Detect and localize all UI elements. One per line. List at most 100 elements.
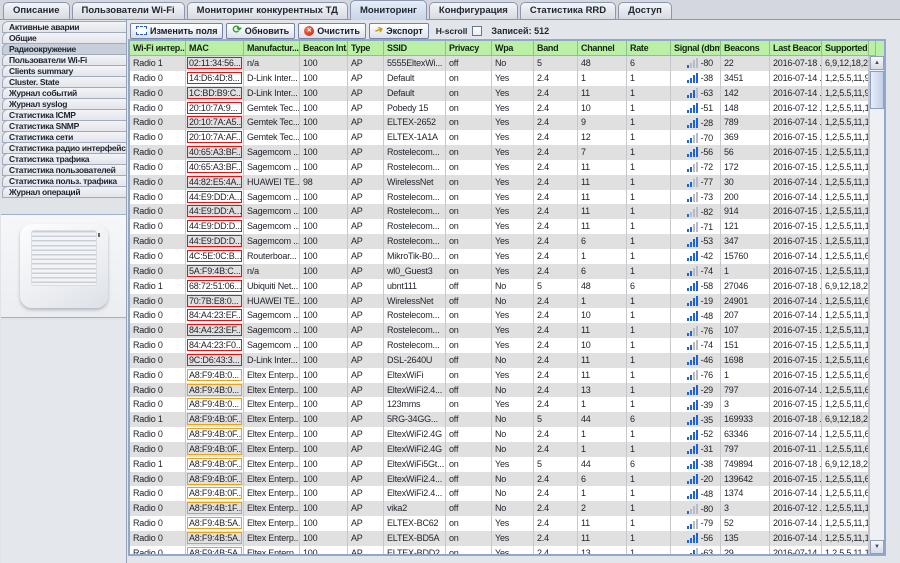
- tab-7[interactable]: Доступ: [618, 2, 672, 19]
- tab-3[interactable]: Мониторинг конкурентных ТД: [187, 2, 348, 19]
- toolbar-button-3[interactable]: ✕Очистить: [298, 23, 366, 39]
- sidebar-item-16[interactable]: Журнал операций: [2, 186, 126, 198]
- table-row[interactable]: Radio 040:65:A3:BF...Sagemcom ...100APRo…: [130, 160, 869, 175]
- scrollbar-thumb[interactable]: [870, 71, 884, 109]
- table-row[interactable]: Radio 0A8:F9:4B:1F...Eltex Enterp...100A…: [130, 501, 869, 516]
- table-row[interactable]: Radio 020:10:7A:9...Gemtek Tec...100APPo…: [130, 101, 869, 116]
- table-row[interactable]: Radio 020:10:7A:A5...Gemtek Tec...100APE…: [130, 115, 869, 130]
- column-header-7[interactable]: Privacy: [446, 41, 492, 56]
- table-row[interactable]: Radio 0A8:F9:4B:5A...Eltex Enterp...100A…: [130, 531, 869, 546]
- sidebar-item-15[interactable]: Статистика польз. трафика: [2, 175, 126, 187]
- column-header-8[interactable]: Wpa: [492, 41, 534, 56]
- signal-value: -56: [701, 531, 713, 545]
- cell-type: AP: [348, 115, 384, 130]
- column-header-3[interactable]: Manufactur...: [244, 41, 300, 56]
- sidebar-item-12[interactable]: Статистика радио интерфейсов: [2, 142, 126, 154]
- tab-2[interactable]: Пользователи Wi-Fi: [72, 2, 185, 19]
- cell-mac: 1C:BD:B9:C...: [186, 86, 244, 101]
- cell-privacy: on: [446, 397, 492, 412]
- table-row[interactable]: Radio 04C:5E:0C:B...Routerboar...100APMi…: [130, 249, 869, 264]
- toolbar-button-2[interactable]: ⟳Обновить: [226, 23, 295, 39]
- table-row[interactable]: Radio 044:E9:DD:D...Sagemcom ...100APRos…: [130, 219, 869, 234]
- toolbar-button-1[interactable]: Изменить поля: [130, 23, 223, 39]
- cell-manufacturer: Eltex Enterp...: [244, 397, 300, 412]
- cell-rate: 1: [627, 101, 671, 116]
- cell-last_beacon: 2016-07-12 ...: [770, 501, 822, 516]
- table-row[interactable]: Radio 0A8:F9:4B:0F...Eltex Enterp...100A…: [130, 472, 869, 487]
- cell-signal: -80: [671, 56, 721, 71]
- tab-5[interactable]: Конфигурация: [429, 2, 518, 19]
- cell-beacons: 169933: [721, 412, 770, 427]
- signal-value: -63: [701, 86, 713, 100]
- tab-6[interactable]: Статистика RRD: [520, 2, 616, 19]
- table-row[interactable]: Radio 044:E9:DD:A...Sagemcom ...100APRos…: [130, 204, 869, 219]
- table-row[interactable]: Radio 020:10:7A:AF...Gemtek Tec...100APE…: [130, 130, 869, 145]
- table-row[interactable]: Radio 070:7B:E8:0...HUAWEI TE...100APWir…: [130, 294, 869, 309]
- table-row[interactable]: Radio 014:D6:4D:8...D-Link Inter...100AP…: [130, 71, 869, 86]
- table-row[interactable]: Radio 09C:D6:43:3...D-Link Inter...100AP…: [130, 353, 869, 368]
- column-header-12[interactable]: Signal (dbm): [671, 41, 721, 56]
- cell-ssid: MikroTik-B0...: [384, 249, 446, 264]
- cell-type: AP: [348, 338, 384, 353]
- table-row[interactable]: Radio 044:E9:DD:D...Sagemcom ...100APRos…: [130, 234, 869, 249]
- table-row[interactable]: Radio 0A8:F9:4B:5A...Eltex Enterp...100A…: [130, 516, 869, 531]
- sidebar: Активные аварииОбщиеРадиоокружениеПользо…: [0, 20, 127, 563]
- mac-highlight-box: 40:65:A3:BF...: [187, 161, 242, 173]
- hscroll-checkbox[interactable]: [472, 26, 482, 36]
- table-row[interactable]: Radio 168:72:51:06...Ubiquiti Net...100A…: [130, 279, 869, 294]
- cell-ssid: WirelessNet: [384, 175, 446, 190]
- table-row[interactable]: Radio 040:65:A3:BF...Sagemcom ...100APRo…: [130, 145, 869, 160]
- cell-wpa: Yes: [492, 516, 534, 531]
- column-header-13[interactable]: Beacons: [721, 41, 770, 56]
- table-row[interactable]: Radio 1A8:F9:4B:0F...Eltex Enterp...100A…: [130, 457, 869, 472]
- sidebar-item-14[interactable]: Статистика пользователей: [2, 164, 126, 176]
- table-row[interactable]: Radio 01C:BD:B9:C...D-Link Inter...100AP…: [130, 86, 869, 101]
- column-header-5[interactable]: Type: [348, 41, 384, 56]
- table-row[interactable]: Radio 044:E9:DD:A...Sagemcom ...100APRos…: [130, 190, 869, 205]
- cell-beacon_int: 100: [300, 264, 348, 279]
- column-header-2[interactable]: MAC: [186, 41, 244, 56]
- table-row[interactable]: Radio 084:A4:23:EF...Sagemcom ...100APRo…: [130, 308, 869, 323]
- table-row[interactable]: Radio 0A8:F9:4B:0F...Eltex Enterp...100A…: [130, 486, 869, 501]
- table-row[interactable]: Radio 1A8:F9:4B:0F...Eltex Enterp...100A…: [130, 412, 869, 427]
- column-header-15[interactable]: Supported ...: [822, 41, 869, 56]
- column-header-1[interactable]: Wi-Fi интер...: [130, 41, 186, 56]
- cell-supported: 1,2,5.5,11,1...: [822, 204, 869, 219]
- table-row[interactable]: Radio 0A8:F9:4B:0F...Eltex Enterp...100A…: [130, 427, 869, 442]
- table-row[interactable]: Radio 0A8:F9:4B:5A...Eltex Enterp...100A…: [130, 546, 869, 554]
- signal-value: -19: [701, 294, 713, 308]
- table-row[interactable]: Radio 102:11:34:56...n/a100AP5555EltexWi…: [130, 56, 869, 71]
- table-row[interactable]: Radio 0A8:F9:4B:0...Eltex Enterp...100AP…: [130, 397, 869, 412]
- scroll-up-icon[interactable]: ▲: [870, 56, 884, 70]
- table-row[interactable]: Radio 05A:F9:4B:C...n/a100APwl0_Guest3on…: [130, 264, 869, 279]
- toolbar-button-4[interactable]: ➔Экспорт: [369, 23, 429, 39]
- main-area: Изменить поля⟳Обновить✕Очистить➔Экспорт …: [127, 20, 900, 563]
- column-header-4[interactable]: Beacon Int.: [300, 41, 348, 56]
- table-row[interactable]: Radio 084:A4:23:EF...Sagemcom ...100APRo…: [130, 323, 869, 338]
- signal-strength-icon: [687, 237, 698, 247]
- cell-type: AP: [348, 249, 384, 264]
- cell-band: 2.4: [534, 160, 578, 175]
- column-header-9[interactable]: Band: [534, 41, 578, 56]
- column-header-6[interactable]: SSID: [384, 41, 446, 56]
- table-row[interactable]: Radio 0A8:F9:4B:0F...Eltex Enterp...100A…: [130, 442, 869, 457]
- tab-1[interactable]: Описание: [3, 2, 70, 19]
- table-row[interactable]: Radio 0A8:F9:4B:0...Eltex Enterp...100AP…: [130, 368, 869, 383]
- cell-type: AP: [348, 190, 384, 205]
- column-header-10[interactable]: Channel: [578, 41, 627, 56]
- tab-4[interactable]: Мониторинг: [350, 0, 427, 20]
- column-header-11[interactable]: Rate: [627, 41, 671, 56]
- signal-strength-icon: [687, 326, 698, 336]
- cell-signal: -63: [671, 546, 721, 554]
- cell-manufacturer: Eltex Enterp...: [244, 383, 300, 398]
- cell-manufacturer: Eltex Enterp...: [244, 368, 300, 383]
- table-row[interactable]: Radio 084:A4:23:F0...Sagemcom ...100APRo…: [130, 338, 869, 353]
- vertical-scrollbar[interactable]: ▲ ▼: [869, 56, 884, 554]
- signal-value: -73: [701, 190, 713, 204]
- table-row[interactable]: Radio 044:82:E5:4A...HUAWEI TE...98APWir…: [130, 175, 869, 190]
- table-row[interactable]: Radio 0A8:F9:4B:0...Eltex Enterp...100AP…: [130, 383, 869, 398]
- cell-wpa: Yes: [492, 264, 534, 279]
- column-header-14[interactable]: Last Beacon: [770, 41, 822, 56]
- scroll-down-icon[interactable]: ▼: [870, 540, 884, 554]
- cell-signal: -56: [671, 145, 721, 160]
